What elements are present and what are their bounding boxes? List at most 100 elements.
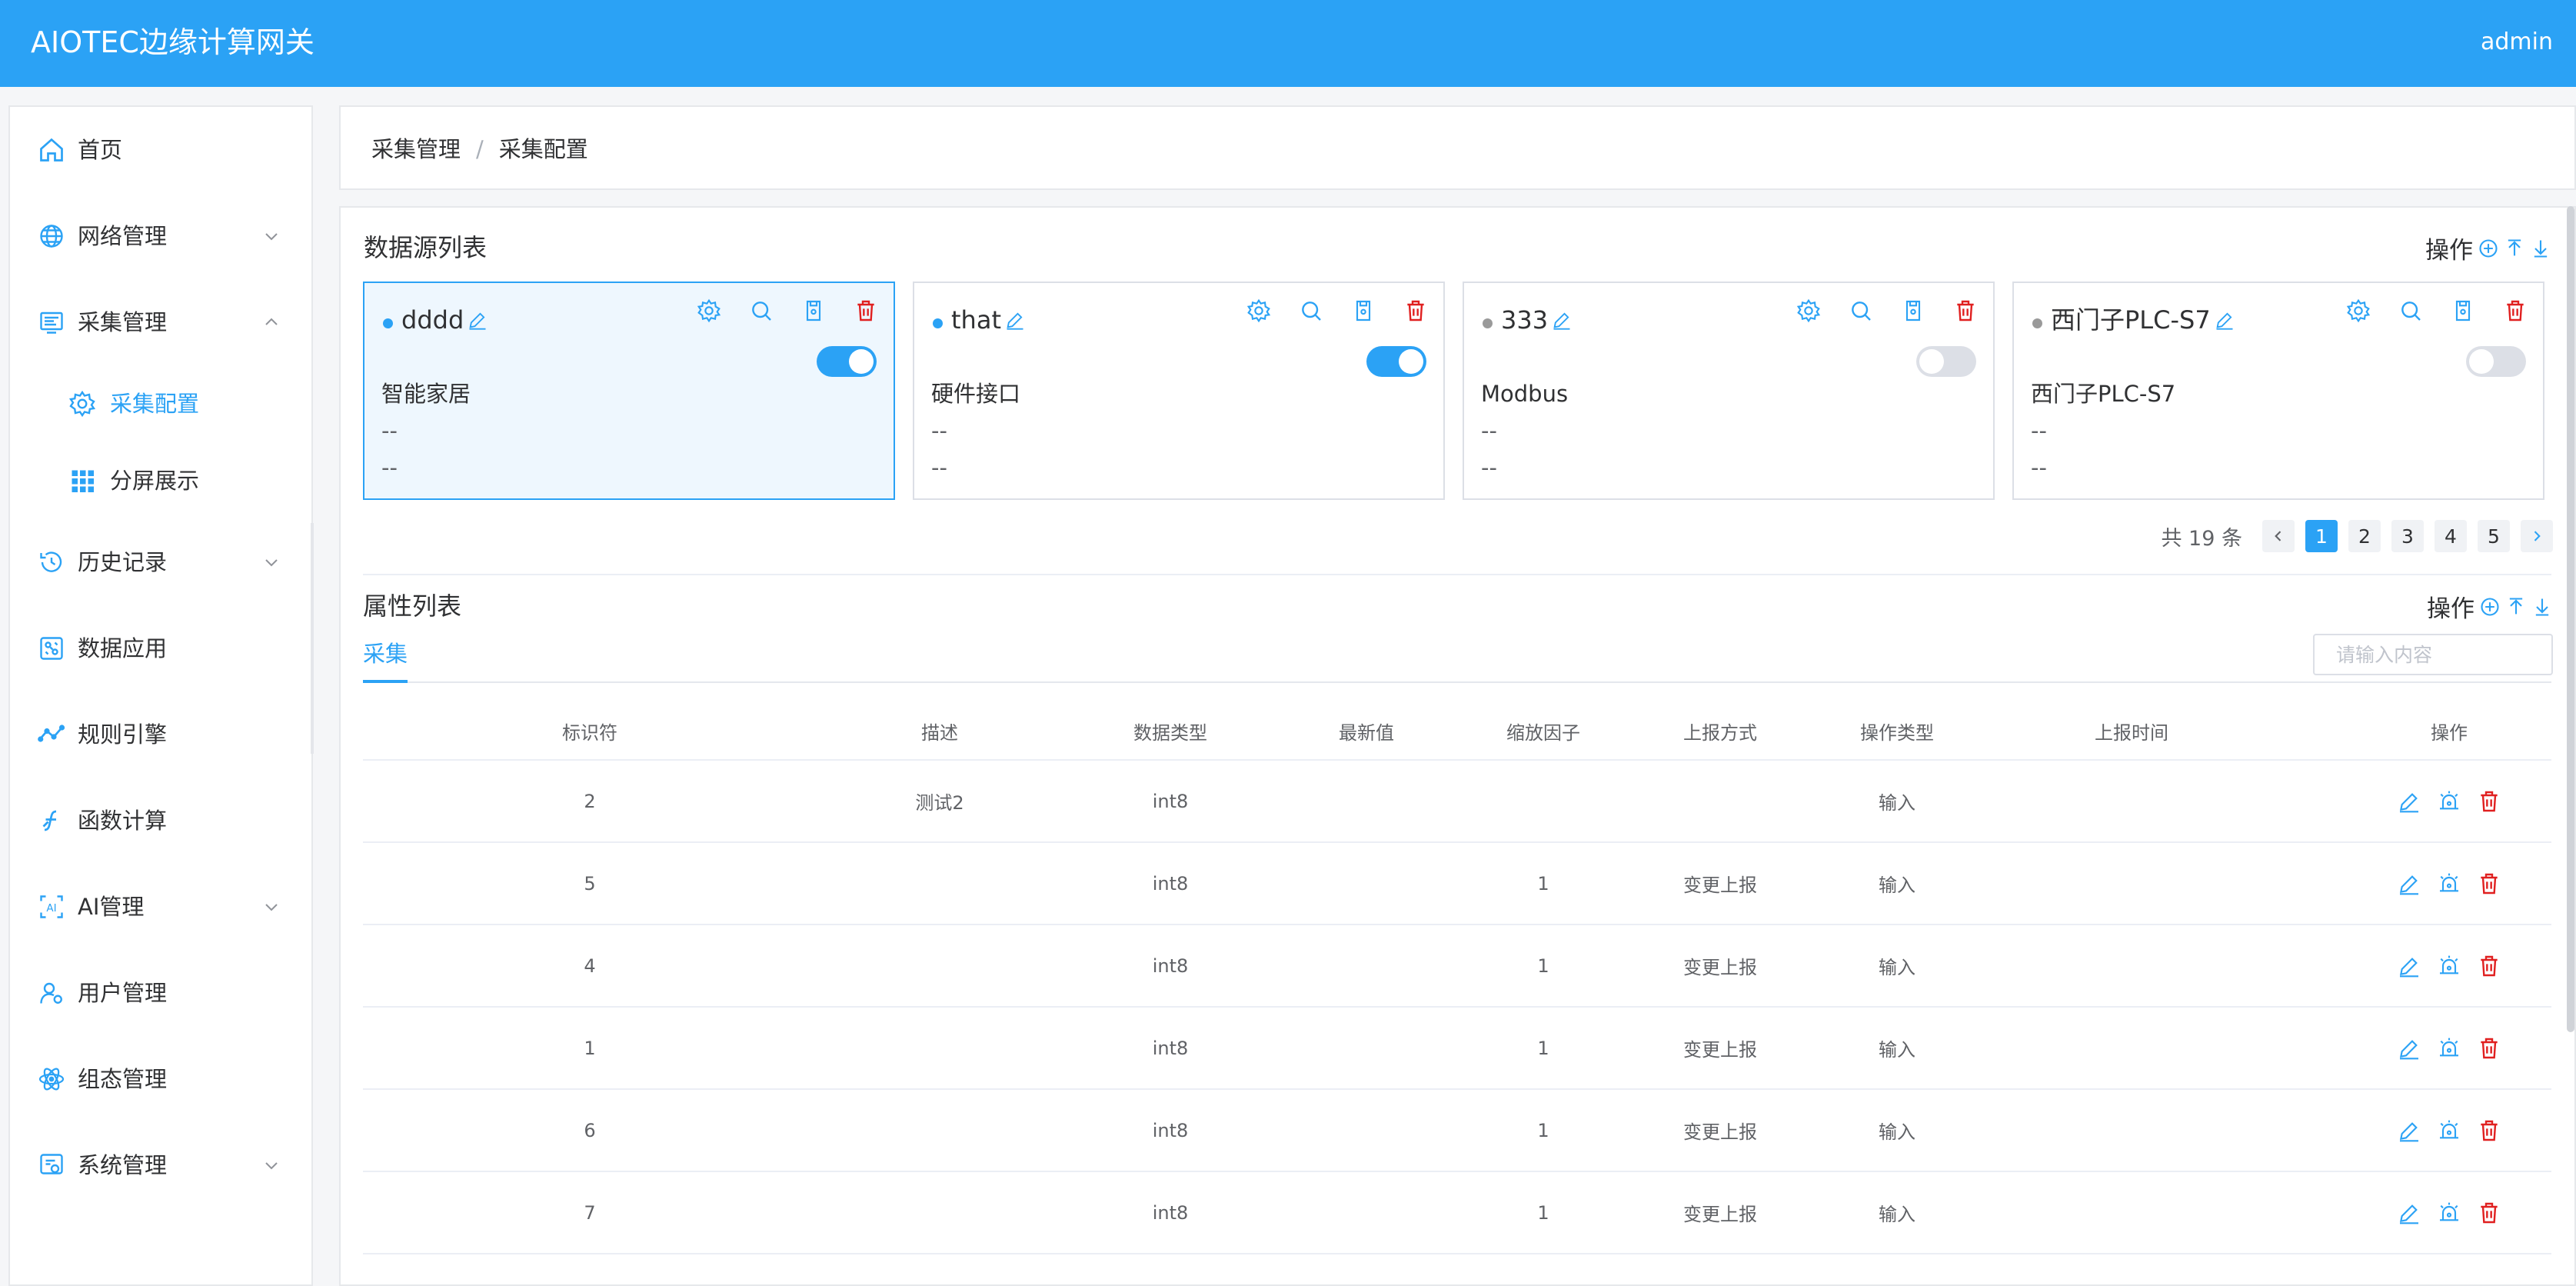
add-circle-icon[interactable]: [2478, 238, 2499, 259]
search-icon[interactable]: [2398, 298, 2423, 323]
delete-icon[interactable]: [1403, 298, 1428, 323]
datasource-card[interactable]: 333 Modbus -- --: [1463, 282, 1995, 500]
delete-icon[interactable]: [2503, 298, 2528, 323]
sidebar-item-network[interactable]: 网络管理: [10, 213, 311, 259]
sidebar-item-home[interactable]: 首页: [10, 127, 311, 173]
datasource-card[interactable]: 西门子PLC-S7 西门子PLC-S7 -- --: [2012, 282, 2544, 500]
pagination-total: 共 19 条: [2161, 526, 2242, 551]
page-button[interactable]: 1: [2305, 520, 2338, 552]
enable-toggle[interactable]: [817, 346, 877, 377]
download-icon[interactable]: [2530, 238, 2551, 259]
ops-label: 操作: [2427, 595, 2474, 623]
tag-icon[interactable]: [801, 298, 826, 323]
sidebar-item-split-screen[interactable]: 分屏展示: [10, 458, 311, 504]
search-icon[interactable]: [1299, 298, 1323, 323]
table-row[interactable]: 7 int8 1 变更上报 输入: [363, 1171, 2551, 1254]
user-menu[interactable]: admin: [2481, 26, 2553, 58]
sidebar-scrollbar[interactable]: [311, 523, 314, 754]
page-button[interactable]: 4: [2435, 520, 2467, 552]
card-name-text: 333: [1501, 305, 1549, 335]
alarm-icon[interactable]: [2437, 1036, 2461, 1061]
alarm-icon[interactable]: [2437, 789, 2461, 814]
edit-icon[interactable]: [2397, 789, 2421, 814]
edit-icon[interactable]: [2397, 1118, 2421, 1143]
alarm-icon[interactable]: [2437, 871, 2461, 896]
next-page-button[interactable]: [2521, 520, 2553, 552]
main-scrollbar[interactable]: [2567, 206, 2574, 1032]
alarm-icon[interactable]: [2437, 954, 2461, 978]
sidebar-item-collection[interactable]: 采集管理: [10, 299, 311, 345]
cell-report: 变更上报: [1632, 842, 1809, 925]
table-row[interactable]: 5 int8 1 变更上报 输入: [363, 842, 2551, 925]
upload-icon[interactable]: [2504, 238, 2525, 259]
datasource-card[interactable]: dddd 智能家居 -- --: [363, 282, 895, 500]
search-icon[interactable]: [749, 298, 774, 323]
upload-icon[interactable]: [2505, 596, 2527, 618]
alarm-icon[interactable]: [2437, 1201, 2461, 1225]
sidebar-item-function[interactable]: 函数计算: [10, 798, 311, 844]
edit-icon[interactable]: [2397, 871, 2421, 896]
page-button[interactable]: 5: [2478, 520, 2510, 552]
prev-page-button[interactable]: [2262, 520, 2295, 552]
cell-scale: 1: [1455, 1171, 1632, 1254]
edit-icon[interactable]: [2397, 1036, 2421, 1061]
table-row[interactable]: 6 int8 1 变更上报 输入: [363, 1089, 2551, 1172]
column-header: 最新值: [1278, 703, 1455, 761]
enable-toggle[interactable]: [1366, 346, 1426, 377]
tag-icon[interactable]: [1351, 298, 1376, 323]
sidebar-item-data-app[interactable]: 数据应用: [10, 625, 311, 671]
attribute-search-input[interactable]: [2313, 634, 2553, 675]
edit-icon[interactable]: [1551, 309, 1573, 331]
settings-icon[interactable]: [1796, 298, 1821, 323]
settings-icon[interactable]: [2346, 298, 2371, 323]
edit-icon[interactable]: [2397, 954, 2421, 978]
delete-icon[interactable]: [2477, 1118, 2501, 1143]
table-row[interactable]: 2 测试2 int8 输入: [363, 760, 2551, 843]
alarm-icon[interactable]: [2437, 1118, 2461, 1143]
sidebar-item-rule-engine[interactable]: 规则引擎: [10, 711, 311, 758]
enable-toggle[interactable]: [2466, 346, 2526, 377]
settings-icon[interactable]: [1246, 298, 1271, 323]
datasource-card[interactable]: that 硬件接口 -- --: [913, 282, 1445, 500]
card-line: --: [381, 418, 398, 444]
sidebar-item-users[interactable]: 用户管理: [10, 970, 311, 1016]
delete-icon[interactable]: [2477, 1201, 2501, 1225]
card-name-text: 西门子PLC-S7: [2051, 305, 2211, 335]
edit-icon[interactable]: [467, 309, 488, 331]
delete-icon[interactable]: [854, 298, 878, 323]
card-line: --: [931, 455, 947, 481]
delete-icon[interactable]: [2477, 789, 2501, 814]
settings-icon[interactable]: [697, 298, 721, 323]
table-row[interactable]: 4 int8 1 变更上报 输入: [363, 925, 2551, 1008]
delete-icon[interactable]: [2477, 1036, 2501, 1061]
card-desc: 智能家居: [381, 381, 471, 407]
table-row[interactable]: 1 int8 1 变更上报 输入: [363, 1007, 2551, 1090]
toggle-knob: [1399, 349, 1423, 374]
tab-collect[interactable]: 采集: [363, 637, 408, 671]
search-icon[interactable]: [1849, 298, 1873, 323]
table-header-row: 标识符 描述 数据类型 最新值 缩放因子 上报方式 操作类型 上报时间 操作: [363, 703, 2551, 761]
delete-icon[interactable]: [2477, 871, 2501, 896]
tag-icon[interactable]: [1901, 298, 1925, 323]
breadcrumb-parent[interactable]: 采集管理: [371, 136, 461, 162]
edit-icon[interactable]: [1004, 309, 1026, 331]
sidebar-item-configuration[interactable]: 组态管理: [10, 1056, 311, 1102]
enable-toggle[interactable]: [1916, 346, 1976, 377]
download-icon[interactable]: [2531, 596, 2553, 618]
tag-icon[interactable]: [2451, 298, 2475, 323]
page-button[interactable]: 2: [2348, 520, 2381, 552]
delete-icon[interactable]: [2477, 954, 2501, 978]
sidebar-item-ai[interactable]: AI AI管理: [10, 884, 311, 930]
cell-type: int8: [1063, 925, 1278, 1008]
cell-time: [1985, 760, 2278, 843]
sidebar-item-collect-config[interactable]: 采集配置: [10, 381, 311, 427]
sidebar-item-system[interactable]: 系统管理: [10, 1142, 311, 1188]
delete-icon[interactable]: [1953, 298, 1978, 323]
sidebar-item-history[interactable]: 历史记录: [10, 539, 311, 585]
card-name: that: [951, 297, 1026, 343]
edit-icon[interactable]: [2214, 309, 2235, 331]
datasource-pagination: 共 19 条 1 2 3 4 5: [2161, 520, 2553, 552]
edit-icon[interactable]: [2397, 1201, 2421, 1225]
add-circle-icon[interactable]: [2479, 596, 2501, 618]
page-button[interactable]: 3: [2391, 520, 2424, 552]
